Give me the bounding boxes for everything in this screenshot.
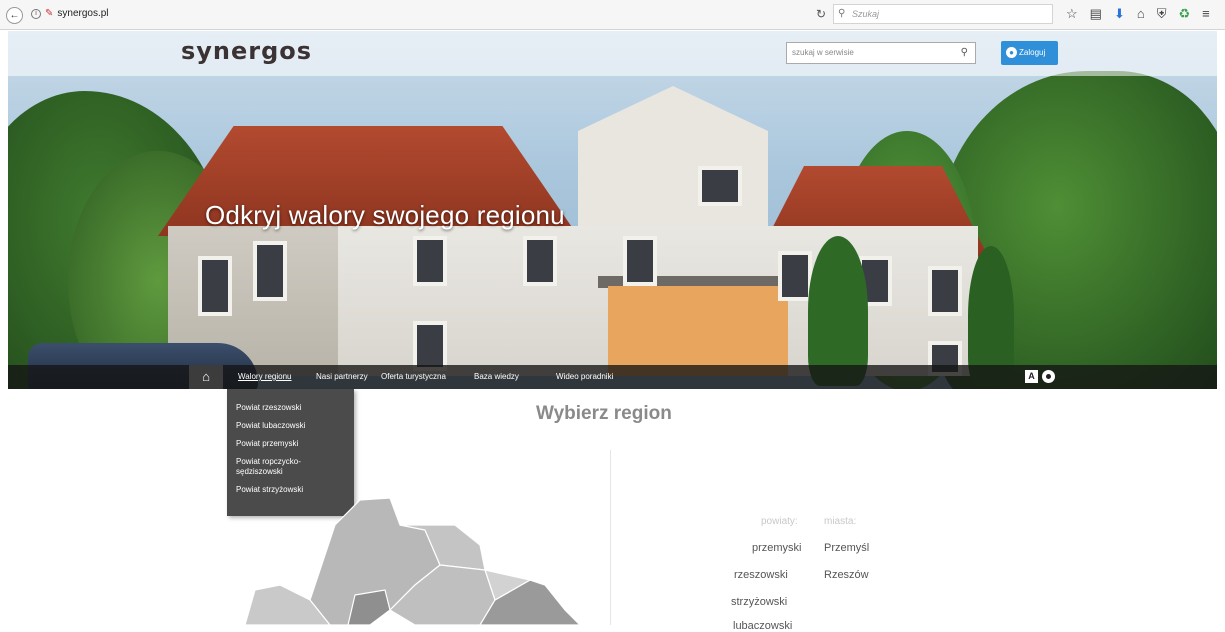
menu-item-nasi-partnerzy[interactable]: Nasi partnerzy	[316, 365, 368, 389]
browser-search-placeholder: Szukaj	[852, 9, 880, 19]
window	[928, 266, 962, 316]
window	[698, 166, 742, 206]
powiat-link[interactable]: lubaczowski	[733, 620, 792, 632]
library-icon[interactable]: ▤	[1090, 6, 1102, 22]
address-bar[interactable]: i ✎ synergos.pl	[31, 8, 109, 19]
login-button[interactable]: ● Zaloguj	[1001, 41, 1058, 65]
column-divider	[610, 450, 611, 625]
window	[253, 241, 287, 301]
site-logo[interactable]: synergos	[181, 37, 312, 65]
info-icon[interactable]: i	[31, 8, 41, 19]
user-icon: ●	[1006, 47, 1017, 58]
home-icon[interactable]: ⌂	[1137, 6, 1145, 22]
menu-item-walory-regionu[interactable]: Walory regionu	[238, 365, 292, 389]
window	[198, 256, 232, 316]
hamburger-menu-icon[interactable]: ≡	[1202, 6, 1210, 22]
dropdown-item-powiat-rzeszowski[interactable]: Powiat rzeszowski	[227, 403, 354, 413]
browser-toolbar: ← i ✎ synergos.pl ↻ ⚲ Szukaj ☆ ▤ ⬇ ⌂ ⛨ ♻…	[0, 0, 1225, 30]
download-icon[interactable]: ⬇	[1114, 6, 1125, 22]
dropdown-item-powiat-lubaczowski[interactable]: Powiat lubaczowski	[227, 421, 354, 431]
site-search-input[interactable]: szukaj w serwisie ⚲	[786, 42, 976, 64]
pocket-icon[interactable]: ⛨	[1157, 6, 1167, 22]
menu-item-baza-wiedzy[interactable]: Baza wiedzy	[474, 365, 519, 389]
powiat-link[interactable]: strzyżowski	[731, 596, 787, 608]
site-search-placeholder: szukaj w serwisie	[792, 48, 854, 57]
menu-item-oferta-turystyczna[interactable]: Oferta turystyczna	[381, 365, 446, 389]
insecure-lock-icon: ✎	[45, 8, 54, 19]
home-icon[interactable]: ⌂	[189, 365, 223, 389]
powiat-link[interactable]: przemyski	[752, 542, 802, 554]
powiat-link[interactable]: rzeszowski	[734, 569, 788, 581]
hero-cypress	[808, 236, 868, 386]
window	[413, 236, 447, 286]
search-icon[interactable]: ⚲	[961, 43, 968, 63]
address-url[interactable]: synergos.pl	[57, 8, 108, 19]
menu-item-wideo-poradniki[interactable]: Wideo poradniki	[556, 365, 613, 389]
dropdown-item-powiat-przemyski[interactable]: Powiat przemyski	[227, 439, 354, 449]
contrast-toggle-icon[interactable]: A	[1025, 370, 1038, 383]
dropdown-item-powiat-ropczycko-sedziszowski[interactable]: Powiat ropczycko-sędziszowski	[227, 457, 322, 477]
login-label: Zaloguj	[1019, 48, 1046, 57]
reload-icon[interactable]: ↻	[816, 7, 826, 21]
bookmark-star-icon[interactable]: ☆	[1066, 6, 1078, 22]
hero-title: Odkryj walory swojego regionu	[205, 200, 565, 230]
window	[778, 251, 812, 301]
column-header-powiaty: powiaty:	[761, 516, 798, 527]
browser-search-input[interactable]: ⚲ Szukaj	[833, 4, 1053, 24]
window	[523, 236, 557, 286]
column-header-miasta: miasta:	[824, 516, 857, 527]
region-map	[244, 497, 580, 625]
section-title: Wybierz region	[536, 403, 672, 424]
back-arrow-icon[interactable]: ←	[6, 7, 23, 24]
miasto-link[interactable]: Rzeszów	[824, 569, 869, 581]
search-icon: ⚲	[838, 8, 846, 19]
miasto-link[interactable]: Przemyśl	[824, 542, 869, 554]
eye-icon[interactable]	[1042, 370, 1055, 383]
hero-banner	[8, 31, 1217, 389]
window	[413, 321, 447, 371]
extension-icon[interactable]: ♻	[1178, 6, 1190, 22]
porch	[608, 286, 788, 376]
browser-toolbar-icons: ☆ ▤ ⬇ ⌂ ⛨ ♻ ≡	[1066, 6, 1210, 22]
window	[623, 236, 657, 286]
